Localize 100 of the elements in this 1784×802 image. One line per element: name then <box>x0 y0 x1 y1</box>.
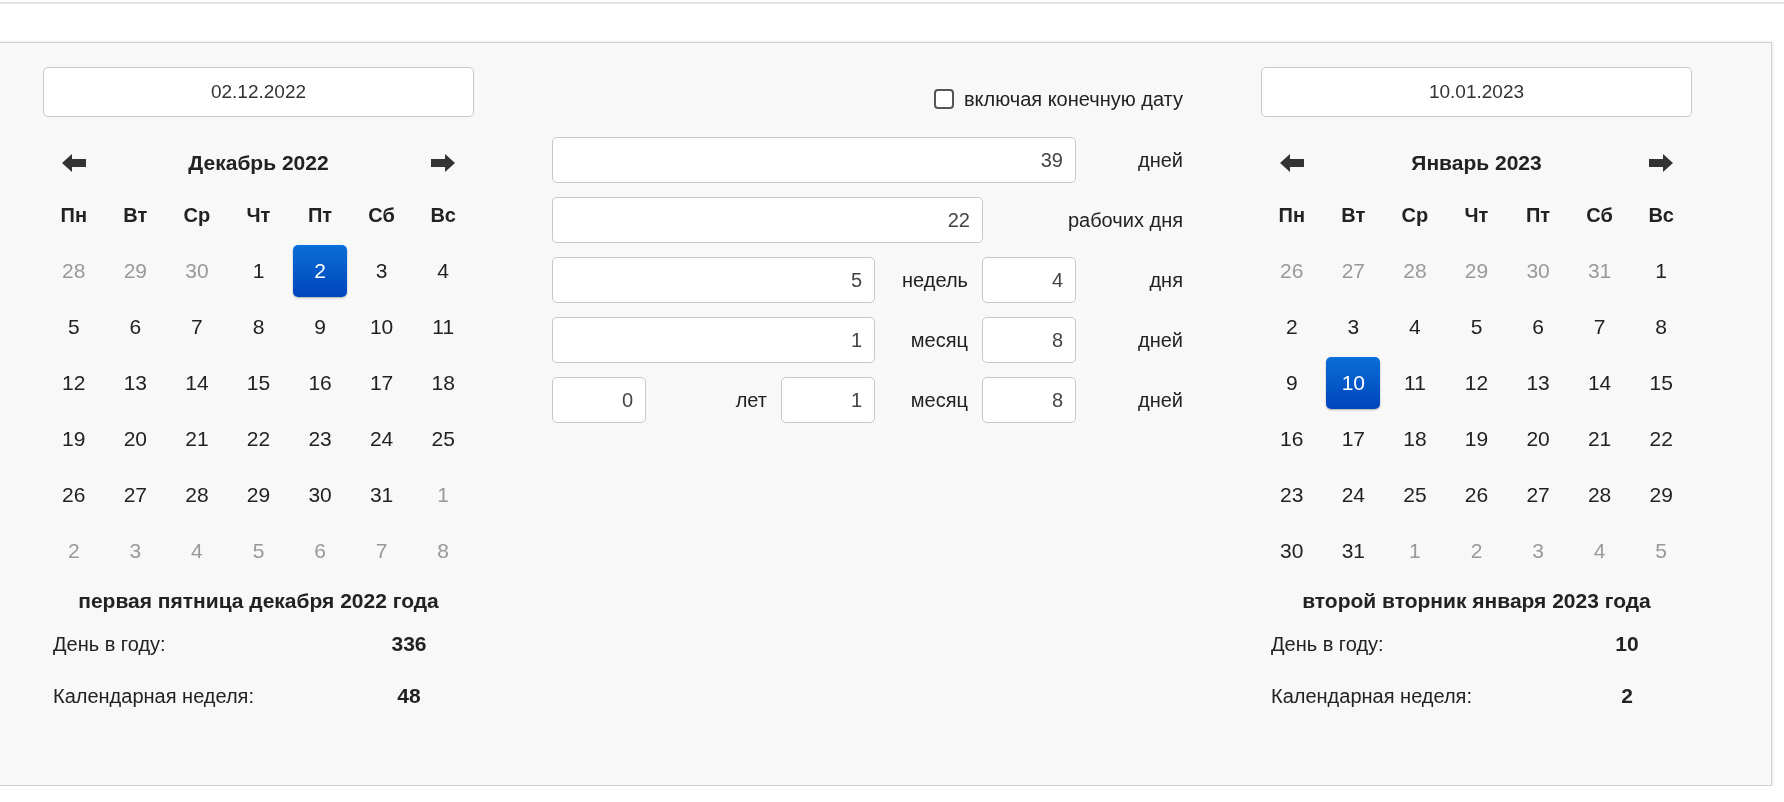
number-field[interactable]: 1 <box>552 317 875 363</box>
calendar-day[interactable]: 14 <box>1572 357 1627 409</box>
weekday-label: Пт <box>307 203 333 227</box>
calendar-day[interactable]: 9 <box>293 301 348 353</box>
stat-label: День в году: <box>1271 632 1385 656</box>
calendar-day[interactable]: 31 <box>354 469 409 521</box>
calendar-day[interactable]: 25 <box>1387 469 1442 521</box>
date-input[interactable]: 02.12.2022 <box>43 67 474 117</box>
right-arrow-icon <box>430 153 456 173</box>
calendar-day[interactable]: 2 <box>293 245 348 297</box>
calendar-day[interactable]: 12 <box>1449 357 1504 409</box>
calendar-day[interactable]: 6 <box>108 301 163 353</box>
calendar-day[interactable]: 25 <box>416 413 471 465</box>
weekday-label: Пт <box>1525 203 1551 227</box>
date-input[interactable]: 10.01.2023 <box>1261 67 1692 117</box>
left-arrow-icon <box>61 153 87 173</box>
calendar-day[interactable]: 8 <box>1634 301 1689 353</box>
calendar-day[interactable]: 10 <box>354 301 409 353</box>
calendar-day[interactable]: 30 <box>1264 525 1319 577</box>
calendar-day[interactable]: 4 <box>416 245 471 297</box>
unit-label: недель <box>901 268 969 292</box>
calendar-day[interactable]: 21 <box>1572 413 1627 465</box>
calendar-day[interactable]: 4 <box>1387 301 1442 353</box>
unit-label: дней <box>1137 388 1183 412</box>
calendar-day[interactable]: 24 <box>354 413 409 465</box>
calendar-day[interactable]: 11 <box>416 301 471 353</box>
calendar-day[interactable]: 18 <box>1387 413 1442 465</box>
calendar-day[interactable]: 23 <box>293 413 348 465</box>
weekday-label: Сб <box>368 203 395 227</box>
calendar-day[interactable]: 26 <box>46 469 101 521</box>
calendar-day[interactable]: 8 <box>231 301 286 353</box>
calendar-day[interactable]: 10 <box>1326 357 1381 409</box>
weekday-label: Вс <box>430 203 456 227</box>
calendar-day[interactable]: 7 <box>169 301 224 353</box>
calendar-day[interactable]: 29 <box>231 469 286 521</box>
calendar-day[interactable]: 28 <box>169 469 224 521</box>
calendar-day[interactable]: 16 <box>1264 413 1319 465</box>
weekday-label: Пн <box>60 203 87 227</box>
calendar-day[interactable]: 12 <box>46 357 101 409</box>
unit-label: месяц <box>909 328 969 352</box>
calendar-day[interactable]: 5 <box>1449 301 1504 353</box>
stat-label: Календарная неделя: <box>1271 684 1473 708</box>
calendar-day[interactable]: 23 <box>1264 469 1319 521</box>
calendar-day[interactable]: 30 <box>293 469 348 521</box>
calendar-day[interactable]: 15 <box>231 357 286 409</box>
calendar-day[interactable]: 17 <box>1326 413 1381 465</box>
calendar-day[interactable]: 2 <box>1264 301 1319 353</box>
number-field[interactable]: 0 <box>552 377 646 423</box>
checkbox[interactable] <box>933 89 954 109</box>
calendar-day[interactable]: 19 <box>46 413 101 465</box>
number-field[interactable]: 1 <box>781 377 875 423</box>
calendar-day[interactable]: 20 <box>108 413 163 465</box>
calendar-day[interactable]: 27 <box>108 469 163 521</box>
calendar-day[interactable]: 3 <box>354 245 409 297</box>
weekday-label: Ср <box>183 203 211 227</box>
calendar-day[interactable]: 9 <box>1264 357 1319 409</box>
weekday-label: Вс <box>1648 203 1674 227</box>
checkbox-label: включая конечную дату <box>963 87 1183 111</box>
calendar-day[interactable]: 22 <box>1634 413 1689 465</box>
calendar-day[interactable]: 15 <box>1634 357 1689 409</box>
weekday-label: Чт <box>1464 203 1489 227</box>
calendar-day[interactable]: 3 <box>1326 301 1381 353</box>
weekday-label: Вт <box>123 203 148 227</box>
calendar-day[interactable]: 29 <box>1634 469 1689 521</box>
calendar-day[interactable]: 13 <box>108 357 163 409</box>
stat-value: 10 <box>1614 632 1640 656</box>
weekday-label: Сб <box>1586 203 1613 227</box>
date-description: первая пятница декабря 2022 года <box>77 588 440 614</box>
calendar-day[interactable]: 1 <box>1634 245 1689 297</box>
calendar-day[interactable]: 24 <box>1326 469 1381 521</box>
number-field[interactable]: 8 <box>982 377 1076 423</box>
number-field[interactable]: 5 <box>552 257 875 303</box>
date-description: второй вторник января 2023 года <box>1301 588 1652 614</box>
calendar-day[interactable]: 13 <box>1511 357 1566 409</box>
weekday-label: Вт <box>1341 203 1366 227</box>
calendar-day[interactable]: 18 <box>416 357 471 409</box>
unit-label: дня <box>1148 268 1183 292</box>
number-field[interactable]: 8 <box>982 317 1076 363</box>
calendar-day[interactable]: 31 <box>1326 525 1381 577</box>
month-title: Январь 2023 <box>1411 151 1542 175</box>
calendar-day[interactable]: 27 <box>1511 469 1566 521</box>
calendar-day[interactable]: 7 <box>1572 301 1627 353</box>
number-field[interactable]: 4 <box>982 257 1076 303</box>
calendar-day[interactable]: 6 <box>1511 301 1566 353</box>
month-title: Декабрь 2022 <box>188 151 329 175</box>
calendar-day[interactable]: 21 <box>169 413 224 465</box>
calendar-day[interactable]: 28 <box>1572 469 1627 521</box>
calendar-day[interactable]: 14 <box>169 357 224 409</box>
calendar-day[interactable]: 26 <box>1449 469 1504 521</box>
calendar-day[interactable]: 19 <box>1449 413 1504 465</box>
number-field[interactable]: 39 <box>552 137 1076 183</box>
number-field[interactable]: 22 <box>552 197 983 243</box>
calendar-day[interactable]: 1 <box>231 245 286 297</box>
calendar-day[interactable]: 5 <box>46 301 101 353</box>
calendar-day[interactable]: 16 <box>293 357 348 409</box>
calendar-day[interactable]: 11 <box>1387 357 1442 409</box>
calendar-day[interactable]: 22 <box>231 413 286 465</box>
calendar-day[interactable]: 17 <box>354 357 409 409</box>
weekday-label: Пн <box>1278 203 1305 227</box>
calendar-day[interactable]: 20 <box>1511 413 1566 465</box>
